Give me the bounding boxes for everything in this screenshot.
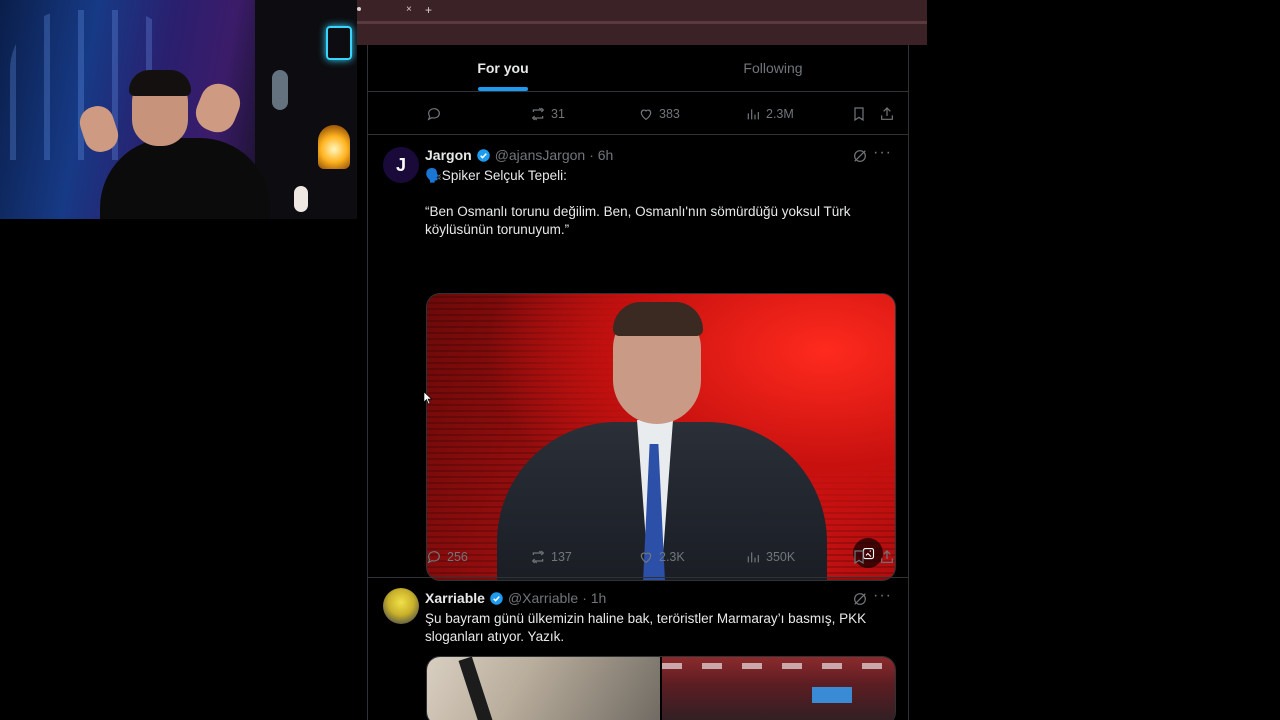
image-detail (662, 663, 895, 669)
reply-count: 256 (447, 550, 468, 564)
like-icon (640, 109, 652, 121)
lamp (318, 125, 350, 169)
reply-icon (427, 108, 440, 121)
views-icon (747, 552, 759, 563)
streamer-right-hand (190, 78, 246, 138)
reply-button[interactable] (426, 106, 447, 122)
post-time[interactable]: · 1h (582, 590, 606, 606)
shelf-figure (272, 70, 288, 110)
post-video[interactable] (426, 293, 896, 581)
streamer (75, 68, 270, 219)
verified-icon (490, 591, 503, 605)
tab-for-you[interactable]: For you (368, 45, 638, 91)
post-actions (368, 139, 908, 157)
views-icon (747, 109, 759, 120)
post-xarriable[interactable]: Xarriable @Xarriable · 1h ··· Şu bayram … (368, 578, 908, 720)
like-button[interactable]: 2.3K (638, 549, 685, 565)
share-button[interactable] (879, 106, 895, 122)
post-text: Şu bayram günü ülkemizin haline bak, ter… (425, 611, 867, 644)
share-button[interactable] (879, 549, 895, 565)
like-count: 2.3K (659, 550, 685, 564)
post-image-2[interactable] (662, 657, 895, 720)
post-image-grid (426, 656, 896, 720)
browser-toolbar-edge (357, 21, 927, 24)
new-tab-button[interactable]: + (425, 3, 432, 17)
author-handle[interactable]: @Xarriable (508, 590, 578, 606)
browser-tab-strip: × + (357, 0, 927, 45)
mouse-cursor-icon (424, 392, 432, 404)
post-text-quote: “Ben Osmanlı torunu değilim. Ben, Osmanl… (425, 204, 851, 237)
views-button[interactable]: 2.3M (745, 106, 794, 122)
share-icon (881, 550, 893, 563)
post-actions: 256 137 2.3K 350K (368, 549, 908, 567)
timeline-tabs: For you Following (368, 45, 908, 92)
neon-sign (326, 26, 352, 60)
tab-close-button[interactable]: × (406, 4, 412, 15)
streamer-hair (129, 70, 191, 96)
repost-button[interactable]: 137 (530, 549, 572, 565)
share-icon (881, 107, 893, 120)
post-jargon[interactable]: J Jargon @ajansJargon · 6h ··· 🗣️Spiker … (368, 135, 908, 581)
like-icon (640, 552, 652, 564)
repost-icon (531, 107, 545, 121)
bookmark-button[interactable] (851, 106, 867, 122)
tab-label: For you (477, 60, 529, 76)
tab-label: Following (743, 60, 803, 76)
bookmark-icon (854, 550, 864, 565)
author-name[interactable]: Xarriable (425, 590, 485, 606)
bookmark-icon (854, 107, 864, 122)
more-icon[interactable]: ··· (873, 587, 892, 605)
streamer-torso (100, 138, 270, 219)
post-image-1[interactable] (427, 657, 660, 720)
views-count: 350K (766, 550, 796, 564)
repost-icon (531, 550, 545, 564)
post-header: Xarriable @Xarriable · 1h (425, 590, 606, 606)
repost-button[interactable]: 31 (530, 106, 565, 122)
avatar[interactable] (383, 588, 419, 624)
grok-icon[interactable] (852, 591, 868, 607)
prev-post-actions: 31 383 2.3M (368, 106, 908, 124)
image-detail (812, 687, 852, 703)
views-count: 2.3M (766, 107, 794, 121)
image-detail (458, 657, 494, 720)
anchor-hair (613, 302, 703, 336)
webcam-overlay (0, 0, 357, 219)
screen: × + For you Following 31 383 2.3M J Jarg… (0, 0, 1280, 720)
timeline: For you Following 31 383 2.3M J Jargon @… (367, 45, 909, 720)
like-button[interactable]: 383 (638, 106, 680, 122)
reply-button[interactable]: 256 (426, 549, 468, 565)
bookmark-button[interactable] (851, 549, 867, 565)
tab-favicon (357, 7, 361, 11)
like-count: 383 (659, 107, 680, 121)
reply-icon (427, 551, 440, 564)
repost-count: 31 (551, 107, 565, 121)
tab-following[interactable]: Following (638, 45, 908, 91)
post-text-line1: 🗣️Spiker Selçuk Tepeli: (425, 168, 567, 183)
avatar-letter: J (395, 154, 406, 175)
active-tab-indicator (478, 87, 528, 91)
views-button[interactable]: 350K (745, 549, 795, 565)
repost-count: 137 (551, 550, 572, 564)
doll-figure (294, 186, 308, 212)
